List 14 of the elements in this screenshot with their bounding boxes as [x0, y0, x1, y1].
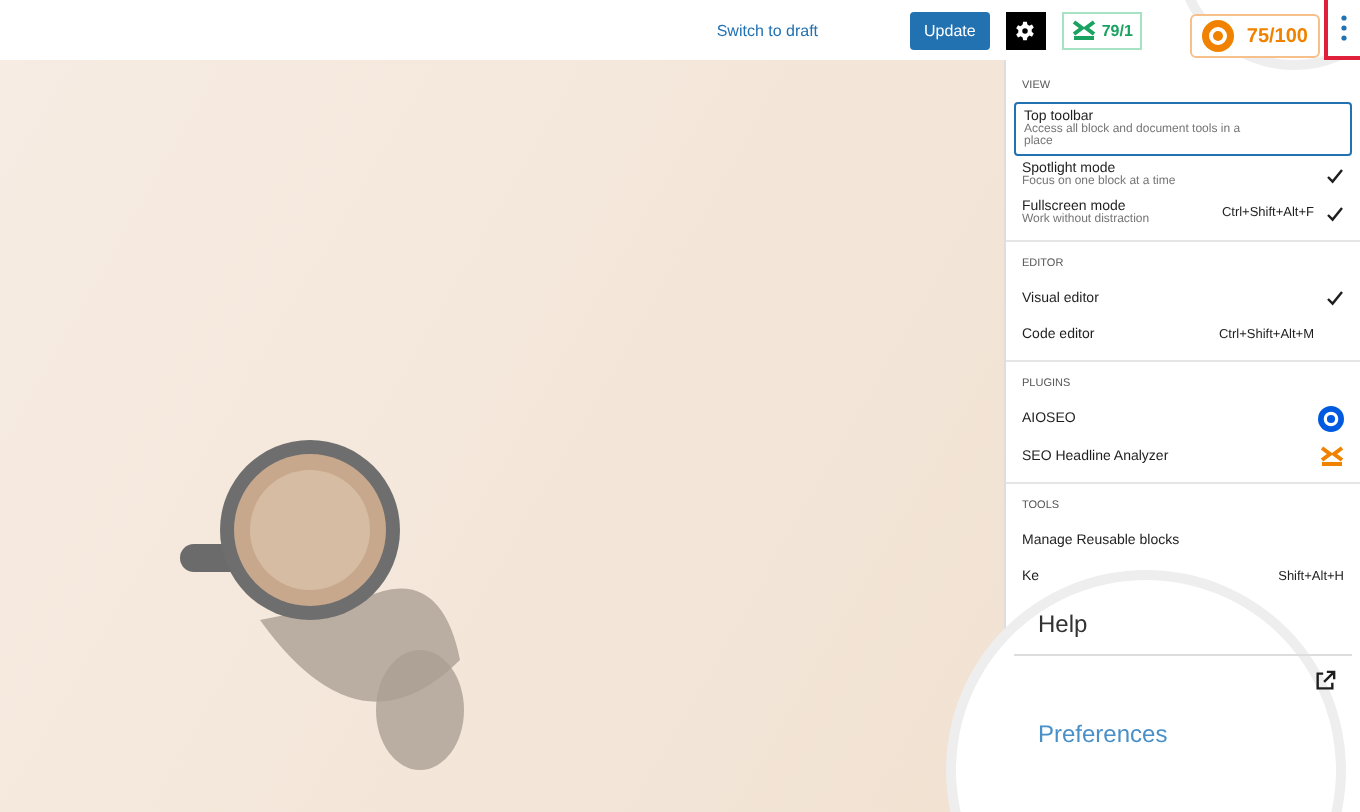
gear-badge-icon — [1318, 406, 1344, 432]
gear-badge-icon — [1202, 20, 1235, 52]
settings-button[interactable] — [1005, 11, 1046, 49]
external-link-icon — [1314, 669, 1336, 691]
more-icon — [1340, 14, 1348, 42]
switch-to-draft-link[interactable]: Switch to draft — [716, 21, 819, 39]
bars-icon — [1071, 18, 1096, 42]
update-button[interactable]: Update — [910, 11, 990, 49]
bars-icon — [1320, 444, 1344, 468]
menu-item-label: Preferences — [1038, 720, 1168, 748]
more-options-button[interactable] — [1324, 0, 1360, 60]
menu-item-label: Help — [1038, 610, 1088, 638]
settings-icon — [1014, 19, 1037, 41]
menu-item[interactable]: Help — [1014, 594, 1352, 654]
